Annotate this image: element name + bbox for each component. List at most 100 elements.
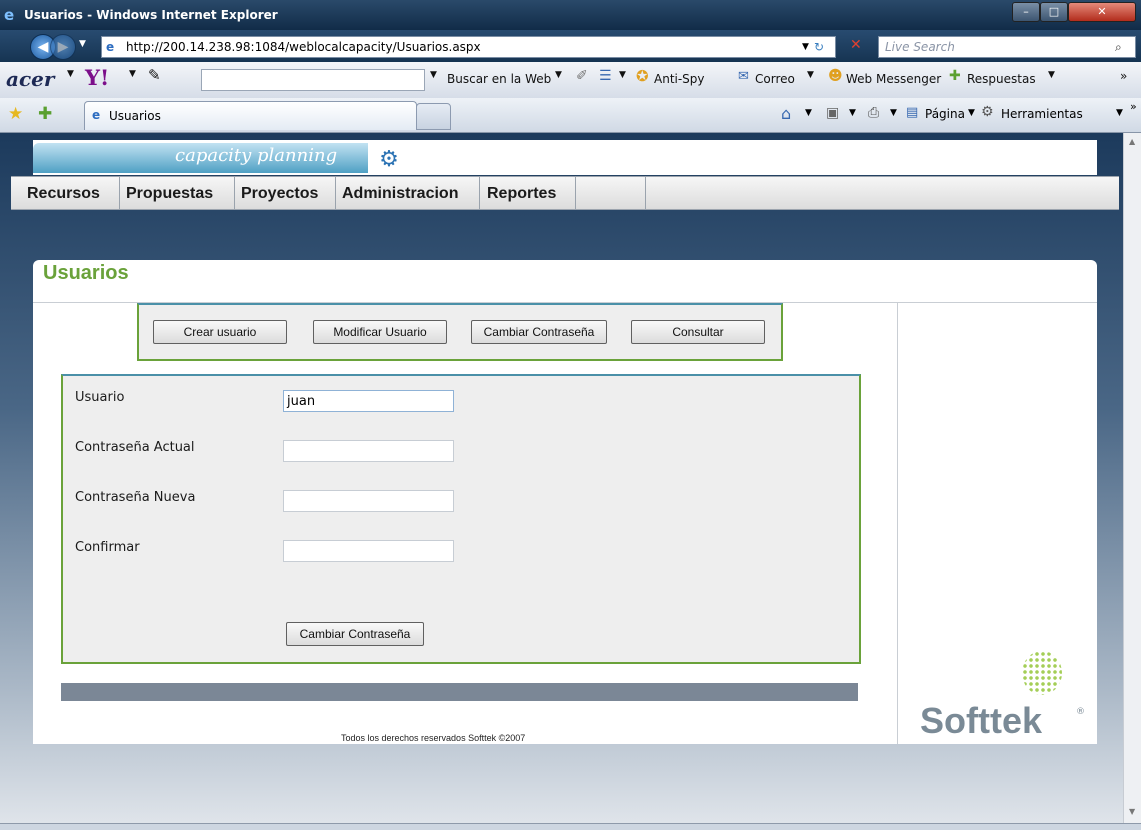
add-favorite-icon[interactable]: ✚ xyxy=(38,104,52,124)
new-tab-button[interactable] xyxy=(416,103,451,130)
menu-separator xyxy=(645,177,646,209)
softtek-logo-dots xyxy=(1022,651,1062,695)
menu-reportes[interactable]: Reportes xyxy=(487,185,556,203)
answers-icon: ✚ xyxy=(949,68,961,84)
page-menu-button[interactable]: Página xyxy=(925,107,965,121)
tools-menu-button[interactable]: Herramientas xyxy=(1001,107,1083,121)
window-title: Usuarios - Windows Internet Explorer xyxy=(24,8,278,22)
forward-button[interactable]: ▶ xyxy=(50,34,76,60)
menu-separator xyxy=(479,177,480,209)
answers-dropdown-icon[interactable]: ▼ xyxy=(1048,70,1055,80)
browser-toolbar: acer ▼ Y! ▼ ✎ ▼ Buscar en la Web ▼ ✐ ☰ ▼… xyxy=(0,62,1141,99)
modify-user-button[interactable]: Modificar Usuario xyxy=(313,320,447,344)
copyright-text: Todos los derechos reservados Softtek ©2… xyxy=(341,733,526,743)
user-input[interactable]: juan xyxy=(283,390,454,412)
address-row: ◀ ▶ ▼ e http://200.14.238.98:1084/webloc… xyxy=(0,30,1141,62)
address-bar[interactable]: e http://200.14.238.98:1084/weblocalcapa… xyxy=(101,36,836,58)
sidebar-divider xyxy=(897,303,898,744)
minimize-button[interactable]: – xyxy=(1012,2,1040,22)
tab-row: ★ ✚ e Usuarios ⌂ ▼ ▣ ▼ ⎙ ▼ ▤ Página ▼ ⚙ … xyxy=(0,98,1141,133)
change-password-form: Usuario juan Contraseña Actual Contraseñ… xyxy=(61,374,861,664)
highlight-icon[interactable]: ✐ xyxy=(576,68,588,84)
toolbar-overflow-icon[interactable]: » xyxy=(1120,69,1127,83)
search-web-button[interactable]: Buscar en la Web xyxy=(447,72,551,86)
search-icon[interactable]: ⌕ xyxy=(1115,37,1122,57)
softtek-registered-mark: ® xyxy=(1076,707,1085,717)
layout-dropdown-icon[interactable]: ▼ xyxy=(619,70,626,80)
change-password-tab-button[interactable]: Cambiar Contraseña xyxy=(471,320,607,344)
url-text: http://200.14.238.98:1084/weblocalcapaci… xyxy=(126,40,481,54)
new-password-label: Contraseña Nueva xyxy=(75,490,196,505)
page-menu-icon: ▤ xyxy=(906,105,919,120)
tab-label: Usuarios xyxy=(109,109,161,123)
change-password-submit-button[interactable]: Cambiar Contraseña xyxy=(286,622,424,646)
acer-dropdown-icon[interactable]: ▼ xyxy=(67,69,74,79)
gear-icon: ⚙ xyxy=(379,147,399,172)
search-input[interactable]: Live Search ⌕ xyxy=(878,36,1136,58)
history-dropdown-icon[interactable]: ▼ xyxy=(79,39,86,49)
footer-bar xyxy=(61,683,858,701)
scroll-down-icon[interactable]: ▼ xyxy=(1129,807,1135,816)
tab-usuarios[interactable]: e Usuarios xyxy=(84,101,417,130)
stop-icon[interactable]: ✕ xyxy=(850,37,862,53)
page-icon: e xyxy=(106,40,115,54)
anti-spy-icon: ✪ xyxy=(636,67,649,85)
page-menu-dropdown-icon[interactable]: ▼ xyxy=(968,108,975,118)
menu-administracion[interactable]: Administracion xyxy=(342,185,458,203)
mail-dropdown-icon[interactable]: ▼ xyxy=(807,70,814,80)
close-window-button[interactable]: ✕ xyxy=(1068,2,1136,22)
yahoo-dropdown-icon[interactable]: ▼ xyxy=(129,69,136,79)
home-icon[interactable]: ⌂ xyxy=(781,104,791,123)
menu-separator xyxy=(234,177,235,209)
mail-icon: ✉ xyxy=(738,69,749,84)
print-icon[interactable]: ⎙ xyxy=(868,105,879,121)
current-password-input[interactable] xyxy=(283,440,454,462)
answers-button[interactable]: Respuestas xyxy=(967,72,1036,86)
menu-recursos[interactable]: Recursos xyxy=(27,185,100,203)
confirm-password-input[interactable] xyxy=(283,540,454,562)
layout-icon[interactable]: ☰ xyxy=(599,68,612,84)
feeds-dropdown-icon[interactable]: ▼ xyxy=(849,108,856,118)
action-button-group: Crear usuario Modificar Usuario Cambiar … xyxy=(137,303,783,361)
pencil-icon[interactable]: ✎ xyxy=(148,66,161,84)
create-user-button[interactable]: Crear usuario xyxy=(153,320,287,344)
feeds-icon[interactable]: ▣ xyxy=(826,105,839,121)
messenger-icon: ☻ xyxy=(828,68,843,84)
softtek-logo-text: Softtek xyxy=(920,700,1043,741)
query-button[interactable]: Consultar xyxy=(631,320,765,344)
menu-separator xyxy=(335,177,336,209)
tabrow-overflow-icon[interactable]: » xyxy=(1130,100,1137,113)
window-title-bar: e Usuarios - Windows Internet Explorer –… xyxy=(0,0,1141,30)
acer-logo: acer xyxy=(6,67,55,91)
ie-logo-icon: e xyxy=(4,6,15,24)
maximize-button[interactable]: □ xyxy=(1040,2,1068,22)
menu-proyectos[interactable]: Proyectos xyxy=(241,185,318,203)
tools-gear-icon: ⚙ xyxy=(981,104,994,120)
search-placeholder: Live Search xyxy=(885,40,955,54)
yahoo-search-input[interactable] xyxy=(201,69,425,91)
favorites-star-icon[interactable]: ★ xyxy=(8,104,23,124)
anti-spy-button[interactable]: Anti-Spy xyxy=(654,72,705,86)
mail-button[interactable]: Correo xyxy=(755,72,795,86)
messenger-button[interactable]: Web Messenger xyxy=(846,72,941,86)
search-web-dropdown-icon[interactable]: ▼ xyxy=(555,70,562,80)
confirm-password-label: Confirmar xyxy=(75,540,140,555)
page-title: Usuarios xyxy=(43,262,129,284)
yahoo-logo[interactable]: Y! xyxy=(85,65,109,90)
scroll-up-icon[interactable]: ▲ xyxy=(1129,137,1135,146)
user-label: Usuario xyxy=(75,390,125,405)
current-password-label: Contraseña Actual xyxy=(75,440,195,455)
menu-separator xyxy=(575,177,576,209)
home-dropdown-icon[interactable]: ▼ xyxy=(805,108,812,118)
refresh-icon[interactable]: ↻ xyxy=(814,37,824,57)
print-dropdown-icon[interactable]: ▼ xyxy=(890,108,897,118)
address-dropdown-icon[interactable]: ▼ xyxy=(802,37,809,57)
search-dropdown-icon[interactable]: ▼ xyxy=(430,70,437,80)
menu-propuestas[interactable]: Propuestas xyxy=(126,185,213,203)
tab-page-icon: e xyxy=(92,108,101,122)
tools-dropdown-icon[interactable]: ▼ xyxy=(1116,108,1123,118)
capacity-logo-text: capacity planning xyxy=(175,145,338,166)
site-menu-bar: Recursos Propuestas Proyectos Administra… xyxy=(11,176,1119,210)
new-password-input[interactable] xyxy=(283,490,454,512)
vertical-scrollbar[interactable]: ▲ ▼ xyxy=(1123,133,1141,823)
